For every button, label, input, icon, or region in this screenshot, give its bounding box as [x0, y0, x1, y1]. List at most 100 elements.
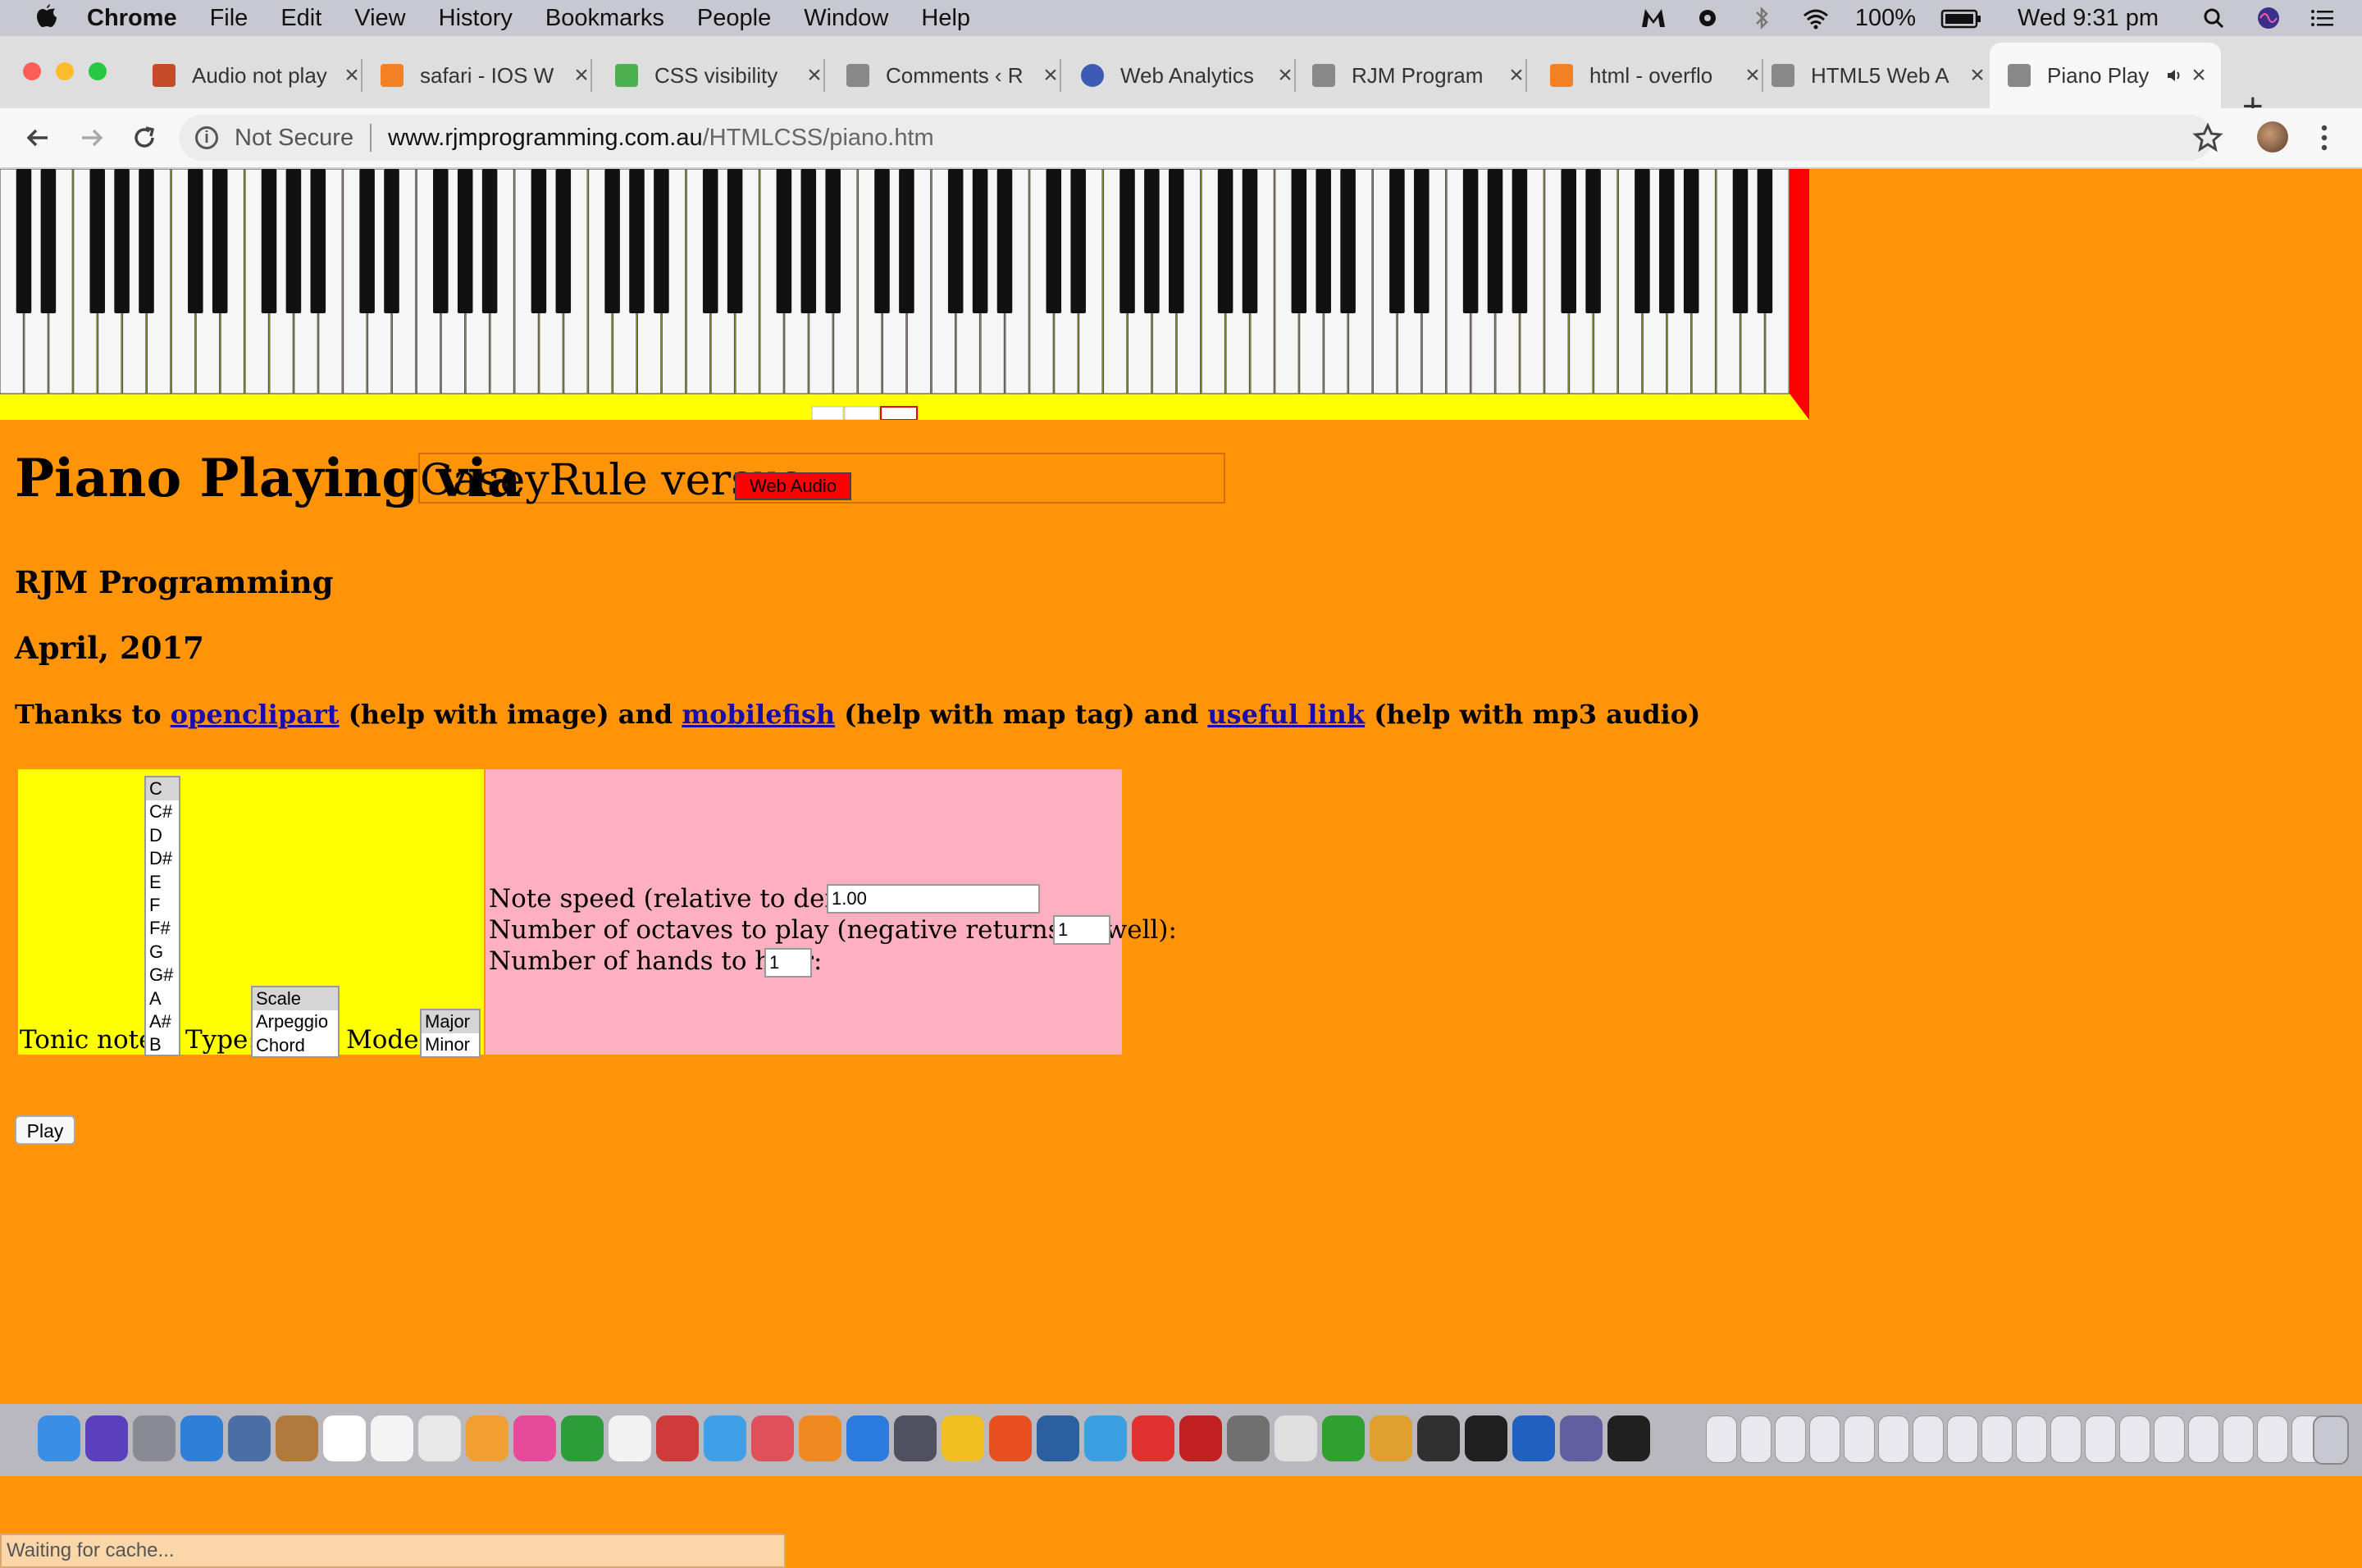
- url-path[interactable]: /HTMLCSS/piano.htm: [703, 125, 934, 152]
- black-key[interactable]: [800, 169, 817, 313]
- dock-app-icon[interactable]: [418, 1415, 461, 1461]
- dock-app-icon[interactable]: [561, 1415, 604, 1461]
- tonic-option[interactable]: G: [146, 941, 179, 964]
- dock-document-icon[interactable]: [2154, 1415, 2185, 1463]
- tab-piano-playing[interactable]: Piano Play ×: [1990, 43, 2221, 108]
- mobilefish-link[interactable]: mobilefish: [682, 699, 835, 730]
- tonic-option[interactable]: D#: [146, 847, 179, 870]
- black-key[interactable]: [1144, 169, 1160, 313]
- notification-center-icon[interactable]: [2308, 6, 2337, 30]
- dock-app-icon[interactable]: [1512, 1415, 1555, 1461]
- black-key[interactable]: [1487, 169, 1503, 313]
- dock-document-icon[interactable]: [1740, 1415, 1772, 1463]
- dock-app-icon[interactable]: [323, 1415, 366, 1461]
- dock-app-icon[interactable]: [466, 1415, 508, 1461]
- tonic-option[interactable]: A#: [146, 1010, 179, 1033]
- dock-app-icon[interactable]: [1607, 1415, 1650, 1461]
- black-key[interactable]: [1635, 169, 1650, 313]
- tab-close-icon[interactable]: ×: [571, 62, 592, 89]
- dock-app-icon[interactable]: [894, 1415, 937, 1461]
- tab-close-icon[interactable]: ×: [1967, 62, 1988, 89]
- dock-app-icon[interactable]: [1274, 1415, 1317, 1461]
- black-key[interactable]: [1119, 169, 1135, 313]
- black-key[interactable]: [1732, 169, 1749, 313]
- dock-app-icon[interactable]: [1084, 1415, 1127, 1461]
- black-key[interactable]: [874, 169, 890, 313]
- forward-arrow-icon[interactable]: [75, 121, 108, 154]
- reload-icon[interactable]: [128, 121, 161, 154]
- bookmark-star-icon[interactable]: [2191, 121, 2224, 154]
- speaker-audio-icon[interactable]: [2165, 66, 2183, 84]
- dock-document-icon[interactable]: [2085, 1415, 2116, 1463]
- black-key[interactable]: [1414, 169, 1430, 313]
- tonic-option[interactable]: C#: [146, 800, 179, 823]
- dock-document-icon[interactable]: [2050, 1415, 2082, 1463]
- type-option[interactable]: Chord: [253, 1034, 338, 1057]
- black-key[interactable]: [776, 169, 792, 313]
- dock-app-icon[interactable]: [846, 1415, 889, 1461]
- dock-app-icon[interactable]: [180, 1415, 223, 1461]
- black-key[interactable]: [1757, 169, 1773, 313]
- black-key[interactable]: [899, 169, 914, 313]
- dock-document-icon[interactable]: [1981, 1415, 2013, 1463]
- black-key[interactable]: [1389, 169, 1405, 313]
- tonic-option[interactable]: F: [146, 894, 179, 917]
- dock-document-icon[interactable]: [1844, 1415, 1875, 1463]
- black-key[interactable]: [359, 169, 375, 313]
- black-key[interactable]: [1242, 169, 1258, 313]
- dock-document-icon[interactable]: [2257, 1415, 2288, 1463]
- black-key[interactable]: [1585, 169, 1601, 313]
- black-key[interactable]: [1340, 169, 1356, 313]
- openclipart-link[interactable]: openclipart: [171, 699, 340, 730]
- menu-view[interactable]: View: [354, 5, 405, 32]
- tab-close-icon[interactable]: ×: [1742, 62, 1763, 89]
- dock-app-icon[interactable]: [1037, 1415, 1079, 1461]
- tab-close-icon[interactable]: ×: [1274, 62, 1296, 89]
- black-key[interactable]: [310, 169, 326, 313]
- black-key[interactable]: [384, 169, 399, 313]
- black-key[interactable]: [555, 169, 572, 313]
- black-key[interactable]: [1561, 169, 1576, 313]
- window-close-button[interactable]: [23, 62, 41, 80]
- black-key[interactable]: [1683, 169, 1699, 313]
- tab-comments[interactable]: Comments ‹ R ×: [846, 43, 1061, 108]
- black-key[interactable]: [629, 169, 645, 313]
- dock-app-icon[interactable]: [751, 1415, 794, 1461]
- menu-app-name[interactable]: Chrome: [87, 5, 177, 32]
- tab-html-overflow[interactable]: html - overflo ×: [1550, 43, 1763, 108]
- web-audio-button[interactable]: Web Audio: [735, 472, 851, 500]
- dock-app-icon[interactable]: [276, 1415, 318, 1461]
- dock-app-icon[interactable]: [228, 1415, 271, 1461]
- dock-app-icon[interactable]: [656, 1415, 699, 1461]
- menu-edit[interactable]: Edit: [280, 5, 321, 32]
- dock-app-icon[interactable]: [1560, 1415, 1603, 1461]
- black-key[interactable]: [188, 169, 203, 313]
- dock-document-icon[interactable]: [1775, 1415, 1806, 1463]
- battery-icon[interactable]: [1940, 6, 1983, 30]
- wifi-icon[interactable]: [1801, 6, 1831, 30]
- useful-link[interactable]: useful link: [1207, 699, 1365, 730]
- black-key[interactable]: [212, 169, 228, 313]
- dock-app-icon[interactable]: [1370, 1415, 1412, 1461]
- window-zoom-button[interactable]: [89, 62, 107, 80]
- tonic-option[interactable]: G#: [146, 964, 179, 987]
- menu-people[interactable]: People: [697, 5, 771, 32]
- dock-document-icon[interactable]: [2016, 1415, 2047, 1463]
- security-label[interactable]: Not Secure: [235, 125, 353, 152]
- dock-app-icon[interactable]: [989, 1415, 1032, 1461]
- spotlight-search-icon[interactable]: [2200, 6, 2229, 30]
- black-key[interactable]: [604, 169, 620, 313]
- tab-audio-not-play[interactable]: Audio not play ×: [153, 43, 363, 108]
- dock-app-icon[interactable]: [133, 1415, 176, 1461]
- black-key[interactable]: [40, 169, 57, 313]
- tab-close-icon[interactable]: ×: [341, 62, 363, 89]
- octaves-input[interactable]: [1053, 915, 1110, 945]
- mode-option[interactable]: Minor: [422, 1033, 479, 1056]
- black-key[interactable]: [1046, 169, 1062, 313]
- dock-document-icon[interactable]: [2119, 1415, 2150, 1463]
- dock-app-icon[interactable]: [942, 1415, 984, 1461]
- trash-icon[interactable]: [2313, 1415, 2349, 1465]
- tonic-option[interactable]: B: [146, 1033, 179, 1056]
- tab-rjm-program[interactable]: RJM Program ×: [1312, 43, 1527, 108]
- siri-icon[interactable]: [2254, 6, 2283, 30]
